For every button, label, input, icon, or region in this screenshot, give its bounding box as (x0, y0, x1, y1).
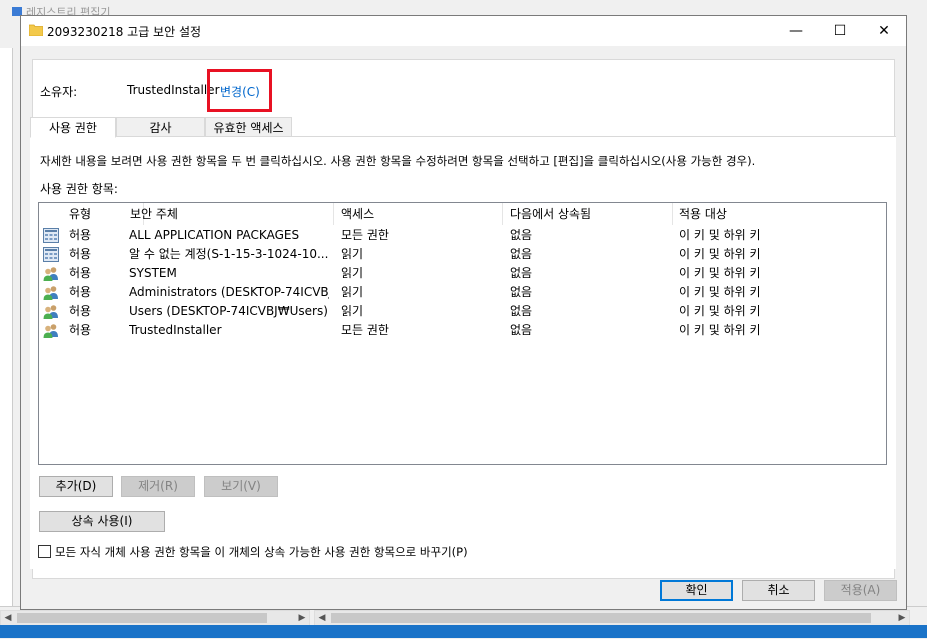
cell-applies-to: 이 키 및 하위 키 (679, 304, 761, 318)
minimize-icon[interactable]: — (774, 16, 818, 46)
scroll-right-icon[interactable]: ▶ (295, 611, 309, 625)
permission-entries-list[interactable]: 유형 보안 주체 액세스 다음에서 상속됨 적용 대상 허용 ALL APPLI… (38, 202, 887, 465)
close-icon[interactable]: ✕ (862, 16, 906, 46)
table-row[interactable]: 허용 ALL APPLICATION PACKAGES 모든 권한 없음 이 키… (39, 226, 886, 245)
remove-button[interactable]: 제거(R) (121, 476, 195, 497)
cell-access: 읽기 (341, 285, 364, 299)
scroll-left-icon[interactable]: ◀ (315, 611, 329, 625)
cell-inherited-from: 없음 (510, 247, 533, 261)
owner-label: 소유자: (40, 85, 78, 99)
tab-permissions[interactable]: 사용 권한 (30, 117, 116, 138)
cell-applies-to: 이 키 및 하위 키 (679, 247, 761, 261)
table-row[interactable]: 허용 SYSTEM 읽기 없음 이 키 및 하위 키 (39, 264, 886, 283)
cell-principal: TrustedInstaller (129, 323, 222, 337)
app-package-icon (43, 228, 59, 243)
table-row[interactable]: 허용 Administrators (DESKTOP-74ICVBJ... 읽기… (39, 283, 886, 302)
replace-child-permissions-label[interactable]: 모든 자식 개체 사용 권한 항목을 이 개체의 상속 가능한 사용 권한 항목… (55, 544, 468, 560)
cell-inherited-from: 없음 (510, 228, 533, 242)
users-icon (43, 324, 58, 338)
cell-type: 허용 (69, 247, 92, 261)
enable-inheritance-button[interactable]: 상속 사용(I) (39, 511, 165, 532)
cell-type: 허용 (69, 266, 92, 280)
dialog-title: 2093230218 고급 보안 설정 (47, 25, 202, 39)
cell-principal: SYSTEM (129, 266, 177, 280)
cell-principal: Administrators (DESKTOP-74ICVBJ... (129, 285, 329, 299)
dialog-titlebar[interactable]: 2093230218 고급 보안 설정 — ☐ ✕ (21, 16, 906, 46)
table-row[interactable]: 허용 알 수 없는 계정(S-1-15-3-1024-10... 읽기 없음 이… (39, 245, 886, 264)
cell-access: 모든 권한 (341, 228, 389, 242)
cell-access: 읽기 (341, 247, 364, 261)
advanced-security-dialog: 2093230218 고급 보안 설정 — ☐ ✕ 소유자: TrustedIn… (20, 15, 907, 610)
apply-button[interactable]: 적용(A) (824, 580, 897, 601)
cell-access: 읽기 (341, 266, 364, 280)
permission-entries-label: 사용 권한 항목: (40, 182, 118, 196)
desktop-background (0, 625, 927, 638)
column-header-applies-to[interactable]: 적용 대상 (673, 203, 886, 225)
cell-access: 읽기 (341, 304, 364, 318)
ok-button[interactable]: 확인 (660, 580, 733, 601)
table-row[interactable]: 허용 Users (DESKTOP-74ICVBJ₩Users) 읽기 없음 이… (39, 302, 886, 321)
cell-inherited-from: 없음 (510, 285, 533, 299)
users-icon (43, 305, 58, 319)
scrollbar-thumb[interactable] (331, 613, 871, 623)
cell-applies-to: 이 키 및 하위 키 (679, 323, 761, 337)
scroll-left-icon[interactable]: ◀ (1, 611, 15, 625)
maximize-icon[interactable]: ☐ (818, 16, 862, 46)
cell-type: 허용 (69, 285, 92, 299)
cell-applies-to: 이 키 및 하위 키 (679, 285, 761, 299)
cell-principal: Users (DESKTOP-74ICVBJ₩Users) (129, 304, 328, 318)
cell-applies-to: 이 키 및 하위 키 (679, 228, 761, 242)
scrollbar-thumb[interactable] (17, 613, 267, 623)
cell-principal: 알 수 없는 계정(S-1-15-3-1024-10... (129, 247, 329, 261)
column-header-principal[interactable]: 보안 주체 (124, 203, 334, 225)
replace-child-permissions-checkbox[interactable] (38, 545, 51, 558)
list-header: 유형 보안 주체 액세스 다음에서 상속됨 적용 대상 (39, 203, 886, 225)
view-button[interactable]: 보기(V) (204, 476, 278, 497)
cell-applies-to: 이 키 및 하위 키 (679, 266, 761, 280)
cancel-button[interactable]: 취소 (742, 580, 815, 601)
cell-principal: ALL APPLICATION PACKAGES (129, 228, 300, 242)
tab-auditing[interactable]: 감사 (116, 117, 205, 137)
tree-horizontal-scrollbar[interactable]: ◀ ▶ (0, 610, 310, 626)
instruction-text: 자세한 내용을 보려면 사용 권한 항목을 두 번 클릭하십시오. 사용 권한 … (40, 154, 756, 168)
cell-type: 허용 (69, 228, 92, 242)
folder-icon (29, 24, 43, 36)
scroll-right-icon[interactable]: ▶ (895, 611, 909, 625)
cell-type: 허용 (69, 304, 92, 318)
app-package-icon (43, 247, 59, 262)
cell-inherited-from: 없음 (510, 323, 533, 337)
tab-effective-access[interactable]: 유효한 액세스 (205, 117, 292, 137)
cell-inherited-from: 없음 (510, 266, 533, 280)
cell-type: 허용 (69, 323, 92, 337)
column-header-access[interactable]: 액세스 (335, 203, 503, 225)
add-button[interactable]: 추가(D) (39, 476, 113, 497)
owner-value: TrustedInstaller (127, 83, 220, 97)
users-icon (43, 286, 58, 300)
cell-access: 모든 권한 (341, 323, 389, 337)
table-row[interactable]: 허용 TrustedInstaller 모든 권한 없음 이 키 및 하위 키 (39, 321, 886, 340)
registry-tree-pane[interactable] (0, 48, 13, 608)
column-header-inherited-from[interactable]: 다음에서 상속됨 (504, 203, 673, 225)
cell-inherited-from: 없음 (510, 304, 533, 318)
values-horizontal-scrollbar[interactable]: ◀ ▶ (314, 610, 910, 626)
change-owner-highlight (207, 69, 272, 112)
users-icon (43, 267, 58, 281)
